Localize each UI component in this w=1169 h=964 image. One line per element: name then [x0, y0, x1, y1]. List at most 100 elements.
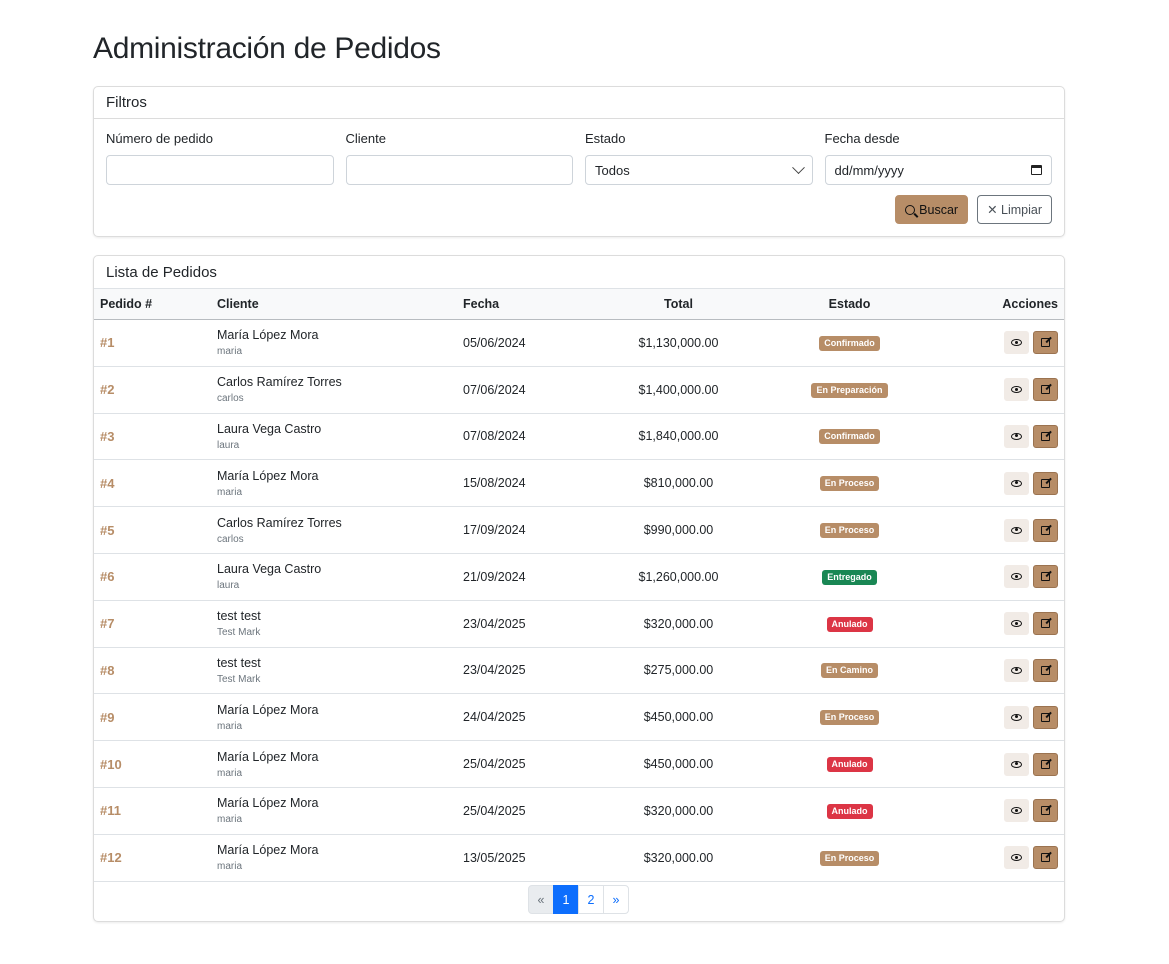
edit-icon	[1041, 759, 1050, 769]
orders-title: Lista de Pedidos	[106, 263, 217, 281]
eye-icon	[1011, 573, 1022, 581]
view-order-button[interactable]	[1004, 518, 1029, 542]
view-order-button[interactable]	[1004, 331, 1029, 355]
filter-fields: Número de pedido Cliente Estado Todos Fe…	[106, 131, 1052, 185]
order-id-link[interactable]: #6	[100, 569, 114, 584]
edit-order-button[interactable]	[1033, 378, 1058, 402]
status-badge: En Camino	[820, 663, 878, 679]
order-id-link[interactable]: #9	[100, 710, 114, 725]
table-row: #7 test test Test Mark 23/04/2025 $320,000.0…	[94, 600, 1064, 648]
view-order-button[interactable]	[1004, 752, 1029, 776]
edit-order-button[interactable]	[1033, 846, 1058, 870]
order-total: $275,000.00	[643, 663, 714, 678]
client-username: Test Mark	[217, 627, 261, 639]
pagination-page-1[interactable]: 1	[553, 885, 579, 914]
eye-icon	[1011, 807, 1022, 815]
table-row: #12 María López Mora maria 13/05/2025 $320,0…	[94, 834, 1064, 882]
date-from-filter: Fecha desde dd/mm/yyyy	[824, 131, 1052, 185]
edit-order-button[interactable]	[1033, 752, 1058, 776]
order-id-link[interactable]: #12	[100, 850, 122, 865]
client-username: maria	[217, 767, 243, 779]
edit-order-button[interactable]	[1033, 658, 1058, 682]
order-total: $1,840,000.00	[638, 429, 719, 444]
status-badge: Anulado	[826, 803, 873, 819]
page-title: Administración de Pedidos	[93, 32, 441, 65]
edit-order-button[interactable]	[1033, 424, 1058, 448]
status-badge: Entregado	[822, 569, 877, 585]
order-id-link[interactable]: #4	[100, 476, 114, 491]
table-row: #3 Laura Vega Castro laura 07/08/2024 $1,840…	[94, 413, 1064, 460]
order-id-link[interactable]: #10	[100, 757, 122, 772]
edit-order-button[interactable]	[1033, 331, 1058, 355]
status-select[interactable]: Todos	[585, 155, 813, 185]
edit-order-button[interactable]	[1033, 518, 1058, 542]
order-id-link[interactable]: #5	[100, 523, 114, 538]
calendar-icon[interactable]	[1031, 165, 1042, 175]
order-id-link[interactable]: #11	[100, 803, 121, 818]
view-order-button[interactable]	[1004, 378, 1029, 402]
clear-button[interactable]: ✕ Limpiar	[977, 195, 1052, 224]
pagination-prev[interactable]: «	[528, 885, 554, 914]
client-name: Laura Vega Castro	[217, 421, 322, 436]
order-id-link[interactable]: #1	[100, 335, 114, 350]
view-order-button[interactable]	[1004, 705, 1029, 729]
status-badge: Anulado	[826, 616, 873, 632]
view-order-button[interactable]	[1004, 471, 1029, 495]
client-name: María López Mora	[217, 749, 319, 764]
order-total: $320,000.00	[643, 850, 714, 865]
order-id-link[interactable]: #7	[100, 616, 114, 631]
view-order-button[interactable]	[1004, 658, 1029, 682]
edit-order-button[interactable]	[1033, 705, 1058, 729]
client-name: María López Mora	[217, 468, 319, 483]
edit-order-button[interactable]	[1033, 612, 1058, 636]
order-total: $810,000.00	[643, 476, 714, 491]
client-username: laura	[217, 439, 240, 451]
order-date: 24/04/2025	[463, 710, 526, 725]
status-filter: Estado Todos	[585, 131, 813, 185]
order-total: $1,400,000.00	[638, 382, 719, 397]
view-order-button[interactable]	[1004, 565, 1029, 589]
edit-icon	[1041, 478, 1050, 488]
table-row: #1 María López Mora maria 05/06/2024 $1,130,…	[94, 320, 1064, 367]
order-id-link[interactable]: #8	[100, 663, 114, 678]
status-badge: Confirmado	[819, 335, 880, 351]
order-date: 23/04/2025	[463, 663, 526, 678]
edit-order-button[interactable]	[1033, 565, 1058, 589]
table-header-row: Pedido # Cliente Fecha Total Estado Acci…	[94, 288, 1064, 320]
date-from-input[interactable]: dd/mm/yyyy	[824, 155, 1052, 185]
status-badge: En Proceso	[819, 523, 880, 539]
edit-order-button[interactable]	[1033, 471, 1058, 495]
order-id-link[interactable]: #3	[100, 429, 114, 444]
pagination-page-2[interactable]: 2	[578, 885, 604, 914]
view-order-button[interactable]	[1004, 799, 1029, 823]
client-name: María López Mora	[217, 328, 319, 343]
order-id-link[interactable]: #2	[100, 382, 114, 397]
status-badge: En Proceso	[819, 710, 880, 726]
client-username: maria	[217, 346, 243, 358]
view-order-button[interactable]	[1004, 846, 1029, 870]
pagination-next[interactable]: »	[603, 885, 629, 914]
col-client: Cliente	[217, 297, 259, 311]
edit-icon	[1041, 338, 1050, 348]
date-from-label: Fecha desde	[824, 131, 900, 146]
client-input[interactable]	[345, 155, 573, 185]
client-filter: Cliente	[345, 131, 573, 185]
edit-icon	[1041, 712, 1050, 722]
edit-order-button[interactable]	[1033, 799, 1058, 823]
table-row: #5 Carlos Ramírez Torres carlos 17/09/2024 $…	[94, 507, 1064, 554]
client-name: Carlos Ramírez Torres	[217, 375, 342, 390]
eye-icon	[1011, 479, 1022, 487]
view-order-button[interactable]	[1004, 424, 1029, 448]
client-name: María López Mora	[217, 843, 319, 858]
view-order-button[interactable]	[1004, 612, 1029, 636]
client-username: maria	[217, 486, 243, 498]
client-username: Test Mark	[217, 673, 261, 685]
search-button[interactable]: Buscar	[895, 195, 969, 224]
orders-table: Pedido # Cliente Fecha Total Estado Acci…	[94, 288, 1064, 882]
order-number-input[interactable]	[106, 155, 334, 185]
edit-icon	[1041, 853, 1050, 863]
edit-icon	[1041, 619, 1050, 629]
client-name: test test	[217, 655, 261, 670]
order-date: 25/04/2025	[463, 757, 526, 772]
order-date: 05/06/2024	[463, 335, 526, 350]
